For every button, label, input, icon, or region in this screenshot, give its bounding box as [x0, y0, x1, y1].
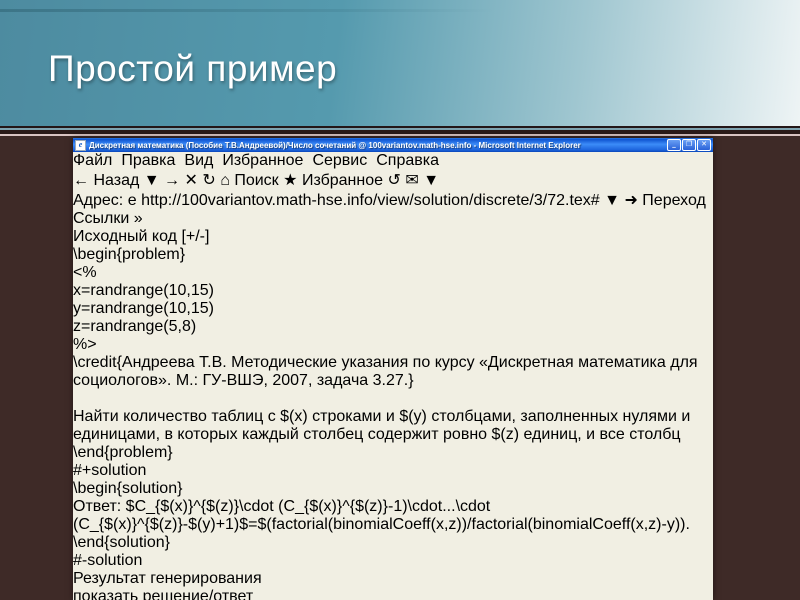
browser-body: Исходный код [+/-] \begin{problem} <% x=r…	[73, 228, 713, 600]
address-url: http://100variantov.math-hse.info/view/s…	[141, 192, 600, 209]
window-title: Дискретная математика (Пособие Т.В.Андре…	[89, 140, 581, 150]
code-line: \end{problem}	[73, 444, 173, 461]
close-button[interactable]: ✕	[697, 139, 711, 151]
page-favicon: e	[127, 192, 137, 209]
code-line: %>	[73, 336, 97, 353]
source-code: \begin{problem} <% x=randrange(10,15) y=r…	[73, 246, 713, 570]
favorites-star-icon: ★	[283, 172, 298, 189]
code-line: <%	[73, 264, 97, 281]
code-line: \begin{solution}	[73, 480, 183, 497]
history-button[interactable]: ↺	[387, 172, 400, 189]
favorites-button[interactable]: ★ Избранное	[283, 172, 387, 189]
menu-item-0[interactable]: Файл	[73, 152, 112, 170]
result-heading: Результат генерирования	[73, 570, 262, 587]
source-heading: Исходный код [+/-]	[73, 228, 713, 246]
back-dropdown-icon[interactable]: ▼	[144, 172, 160, 189]
minimize-button[interactable]: _	[667, 139, 681, 151]
address-bar: Адрес: e http://100variantov.math-hse.in…	[73, 190, 713, 228]
search-label: Поиск	[234, 172, 279, 189]
menu-items: Файл Правка Вид Избранное Сервис Справка	[73, 152, 713, 170]
code-line: z=randrange(5,8)	[73, 318, 197, 335]
code-line: x=randrange(10,15)	[73, 282, 214, 299]
links-chevron-icon: »	[133, 210, 143, 227]
menu-item-5[interactable]: Справка	[376, 152, 439, 170]
back-icon: ←	[73, 172, 89, 189]
code-line: y=randrange(10,15)	[73, 300, 214, 317]
maximize-button[interactable]: ❐	[682, 139, 696, 151]
code-line: Найти количество таблиц с $(x) строками …	[73, 408, 691, 443]
back-label: Назад	[93, 172, 140, 189]
go-arrow-icon: ➜	[624, 192, 638, 209]
go-button[interactable]: ➜ Переход	[624, 192, 705, 209]
menu-item-1[interactable]: Правка	[121, 152, 175, 170]
browser-screenshot: e Дискретная математика (Пособие Т.В.Анд…	[73, 138, 713, 600]
page-content: Исходный код [+/-] \begin{problem} <% x=r…	[73, 228, 713, 600]
code-line: #-solution	[73, 552, 143, 569]
forward-button[interactable]: →	[164, 172, 184, 189]
address-dropdown-icon[interactable]: ▼	[604, 192, 620, 209]
address-input[interactable]: e http://100variantov.math-hse.info/view…	[128, 192, 604, 209]
code-line: \credit{Андреева Т.В. Методические указа…	[73, 354, 698, 389]
slide-header: Простой пример	[0, 0, 800, 126]
links-toolbar[interactable]: Ссылки »	[73, 210, 143, 227]
source-toggle-link[interactable]: [+/-]	[181, 228, 209, 245]
browser-titlebar: e Дискретная математика (Пособие Т.В.Анд…	[73, 138, 713, 152]
back-button[interactable]: ← Назад ▼	[73, 172, 164, 189]
mail-icon: ✉	[405, 172, 419, 189]
menu-item-4[interactable]: Сервис	[312, 152, 367, 170]
header-stripe	[0, 9, 496, 12]
forward-icon: →	[164, 172, 181, 189]
address-label: Адрес:	[73, 192, 124, 209]
menu-item-3[interactable]: Избранное	[222, 152, 303, 170]
window-controls: _ ❐ ✕	[667, 139, 711, 151]
slide-title: Простой пример	[48, 48, 338, 89]
links-label: Ссылки	[73, 210, 130, 227]
favorites-label: Избранное	[301, 172, 384, 189]
ie-page-icon: e	[75, 139, 86, 151]
menu-bar: Файл Правка Вид Избранное Сервис Справка	[73, 152, 713, 170]
browser-toolbar: ← Назад ▼ → ✕ ↻ ⌂ Поиск ★ Избранное ↺ ✉	[73, 170, 713, 190]
stop-button[interactable]: ✕	[185, 172, 198, 189]
source-heading-text: Исходный код	[73, 228, 177, 245]
code-line: \end{solution}	[73, 534, 170, 551]
code-line: #+solution	[73, 462, 147, 479]
divider	[0, 134, 800, 136]
mail-dropdown-icon[interactable]: ▼	[423, 172, 439, 189]
go-label: Переход	[642, 192, 706, 209]
home-button[interactable]: ⌂	[220, 172, 230, 189]
mail-button[interactable]: ✉ ▼	[405, 172, 439, 189]
code-line: \begin{problem}	[73, 246, 186, 263]
show-solution-link[interactable]: показать решение/ответ	[73, 588, 253, 600]
refresh-button[interactable]: ↻	[202, 172, 215, 189]
search-button[interactable]: Поиск	[234, 172, 283, 189]
menu-item-2[interactable]: Вид	[184, 152, 213, 170]
presentation-slide: Простой пример e Дискретная математика (…	[0, 0, 800, 600]
code-line: Ответ: $C_{$(x)}^{$(z)}\cdot (C_{$(x)}^{…	[73, 498, 690, 533]
